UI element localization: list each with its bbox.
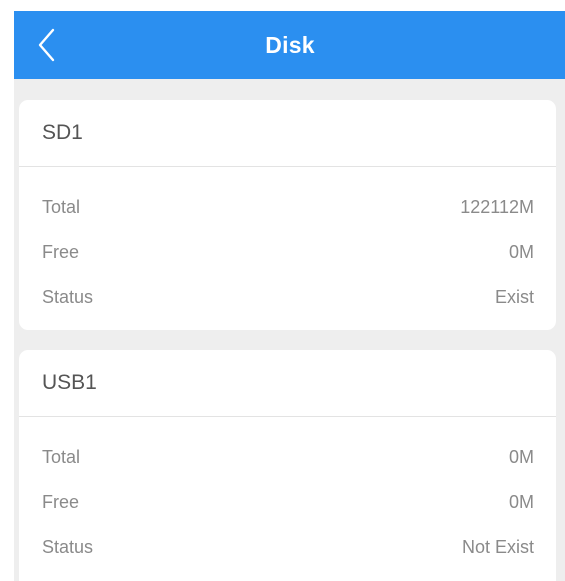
disk-info-row-status: Status Not Exist	[19, 525, 556, 570]
disk-info-row-free: Free 0M	[19, 480, 556, 525]
content-area: SD1 Total 122112M Free 0M Status Exist U…	[14, 79, 565, 581]
row-value: 0M	[508, 492, 534, 512]
disk-info-row-status: Status Exist	[19, 275, 556, 320]
row-value: 122112M	[460, 197, 534, 217]
row-label: Status	[42, 537, 94, 557]
page-title: Disk	[265, 31, 315, 58]
app-header: Disk	[14, 11, 565, 79]
row-value: Exist	[494, 287, 534, 307]
row-label: Free	[42, 492, 80, 512]
row-value: 0M	[508, 242, 534, 262]
back-button[interactable]	[24, 11, 70, 79]
disk-info-row-free: Free 0M	[19, 230, 556, 275]
row-label: Total	[42, 197, 81, 217]
row-label: Free	[42, 242, 80, 262]
disk-name: SD1	[19, 100, 556, 167]
disk-info-list: Total 122112M Free 0M Status Exist	[19, 167, 556, 320]
row-value: 0M	[508, 447, 534, 467]
row-label: Status	[42, 287, 94, 307]
disk-name: USB1	[19, 350, 556, 417]
disk-card-sd1: SD1 Total 122112M Free 0M Status Exist	[19, 100, 556, 330]
disk-card-usb1: USB1 Total 0M Free 0M Status Not Exist	[19, 350, 556, 581]
row-value: Not Exist	[461, 537, 534, 557]
chevron-left-icon	[38, 28, 55, 62]
disk-info-row-total: Total 122112M	[19, 185, 556, 230]
disk-info-row-total: Total 0M	[19, 435, 556, 480]
disk-info-list: Total 0M Free 0M Status Not Exist	[19, 417, 556, 570]
row-label: Total	[42, 447, 81, 467]
